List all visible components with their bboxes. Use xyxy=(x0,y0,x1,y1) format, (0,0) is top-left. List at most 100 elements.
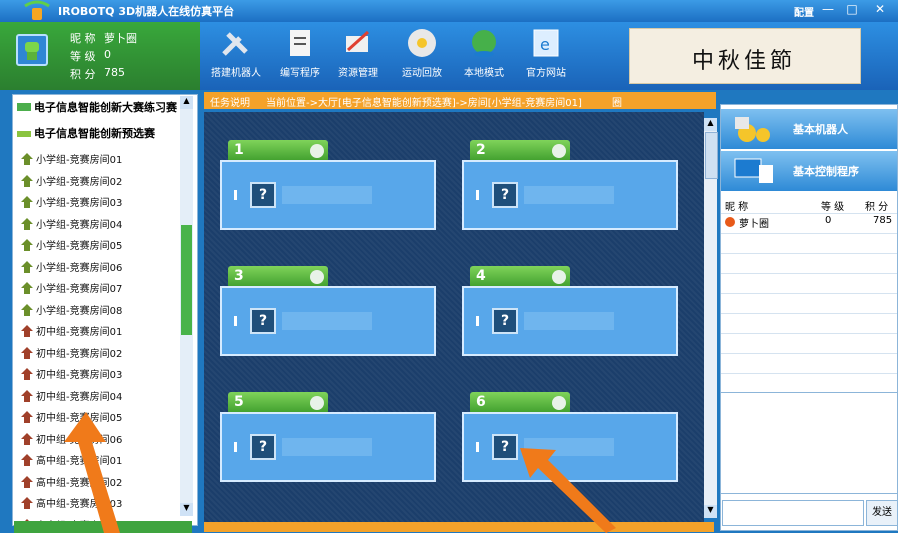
users-icon xyxy=(552,270,566,284)
room-list-item[interactable]: 小学组-竞赛房间04 xyxy=(21,216,122,236)
row-divider xyxy=(721,373,897,374)
points-value: 785 xyxy=(104,66,125,79)
room-number: 6 xyxy=(476,394,486,410)
room-list-item[interactable]: 初中组-竞赛房间03 xyxy=(21,366,122,386)
player-status-icon xyxy=(725,217,735,227)
room-list-item[interactable]: 初中组-竞赛房间02 xyxy=(21,345,122,365)
row-divider xyxy=(721,353,897,354)
basic-robot-header[interactable]: 基本机器人 xyxy=(721,109,897,149)
house-icon xyxy=(21,432,33,445)
col-nickname: 昵 称 xyxy=(725,202,749,213)
tree-section-item[interactable]: 电子信息智能创新预选赛 xyxy=(17,125,155,141)
motion-replay-button[interactable]: 运动回放 xyxy=(392,26,452,84)
breadcrumb-suffix: 圈 xyxy=(612,98,622,109)
player-slot xyxy=(282,438,372,456)
tree-root-item[interactable]: 电子信息智能创新大赛练习赛 xyxy=(17,99,177,115)
question-mark-icon[interactable]: ? xyxy=(492,182,518,208)
room-card-body[interactable]: ? xyxy=(462,286,678,356)
room-label: 初中组-竞赛房间01 xyxy=(36,327,123,338)
resources-icon xyxy=(346,30,370,52)
room-list-item[interactable]: 小学组-竞赛房间05 xyxy=(21,237,122,257)
svg-text:e: e xyxy=(540,35,550,54)
grid-scrollbar-thumb[interactable] xyxy=(705,132,718,179)
house-icon xyxy=(21,217,33,230)
local-mode-button[interactable]: 本地模式 xyxy=(454,26,514,84)
row-divider xyxy=(721,233,897,234)
question-mark-icon[interactable]: ? xyxy=(250,308,276,334)
users-icon xyxy=(310,396,324,410)
question-mark-icon[interactable]: ? xyxy=(250,182,276,208)
maximize-button[interactable]: □ xyxy=(842,2,862,17)
send-button[interactable]: 发送 xyxy=(866,500,898,526)
write-program-label: 编写程序 xyxy=(280,68,320,79)
seat-marker xyxy=(476,190,479,200)
row-divider xyxy=(721,293,897,294)
room-list-item[interactable]: 小学组-竞赛房间02 xyxy=(21,173,122,193)
official-website-button[interactable]: e 官方网站 xyxy=(516,26,576,84)
question-mark-icon[interactable]: ? xyxy=(492,308,518,334)
room-card[interactable]: 4? xyxy=(462,266,678,356)
minimize-button[interactable]: — xyxy=(818,2,838,17)
film-reel-icon xyxy=(408,29,436,57)
room-card-body[interactable]: ? xyxy=(220,160,436,230)
room-label: 小学组-竞赛房间02 xyxy=(36,176,123,188)
player-slot xyxy=(524,312,614,330)
grid-scroll-down-icon[interactable]: ▼ xyxy=(704,505,717,518)
player-slot xyxy=(282,186,372,204)
room-card[interactable]: 1? xyxy=(220,140,436,230)
house-icon xyxy=(21,346,33,359)
resource-manager-button[interactable]: 资源管理 xyxy=(328,26,388,84)
col-points: 积 分 xyxy=(865,202,889,213)
users-icon xyxy=(310,270,324,284)
row-divider xyxy=(721,273,897,274)
question-mark-icon[interactable]: ? xyxy=(492,434,518,460)
left-scrollbar-thumb[interactable] xyxy=(181,225,192,335)
question-mark-icon[interactable]: ? xyxy=(250,434,276,460)
room-card[interactable]: 5? xyxy=(220,392,436,482)
write-program-button[interactable]: 编写程序 xyxy=(270,26,330,84)
robot-avatar-icon xyxy=(25,42,39,60)
room-list-item[interactable]: 小学组-竞赛房间03 xyxy=(21,194,122,214)
config-menu[interactable]: 配置 xyxy=(794,4,814,19)
basic-program-label: 基本控制程序 xyxy=(793,165,859,178)
room-list-item[interactable]: 小学组-竞赛房间01 xyxy=(21,151,122,171)
room-number: 2 xyxy=(476,142,486,158)
table-row[interactable]: 萝卜圈 0 785 xyxy=(725,215,895,230)
room-card-body[interactable]: ? xyxy=(462,160,678,230)
room-list-item[interactable]: 初中组-竞赛房间04 xyxy=(21,388,122,408)
room-card[interactable]: 3? xyxy=(220,266,436,356)
app-logo-icon xyxy=(24,0,50,20)
avatar[interactable] xyxy=(16,34,48,66)
room-card[interactable]: 2? xyxy=(462,140,678,230)
chat-log[interactable] xyxy=(720,392,898,494)
room-card-body[interactable]: ? xyxy=(220,286,436,356)
seat-marker xyxy=(234,442,237,452)
row-divider xyxy=(721,253,897,254)
room-card-body[interactable]: ? xyxy=(220,412,436,482)
room-number-tab: 6 xyxy=(470,392,570,414)
resource-manager-label: 资源管理 xyxy=(338,68,378,79)
level-label: 等 级 xyxy=(70,50,96,63)
scroll-down-icon[interactable]: ▼ xyxy=(180,503,193,516)
house-icon xyxy=(21,454,33,466)
room-list-item[interactable]: 小学组-竞赛房间06 xyxy=(21,259,122,279)
close-button[interactable]: ✕ xyxy=(870,2,890,17)
scroll-up-icon[interactable]: ▲ xyxy=(180,96,193,109)
house-icon xyxy=(21,411,33,423)
room-list-item[interactable]: 小学组-竞赛房间08 xyxy=(21,302,122,322)
folder-icon xyxy=(17,103,31,111)
room-label: 初中组-竞赛房间02 xyxy=(36,348,123,360)
task-description-tab[interactable]: 任务说明 xyxy=(210,94,250,109)
grid-scroll-up-icon[interactable]: ▲ xyxy=(704,118,717,131)
globe-icon xyxy=(472,30,496,57)
room-list-item[interactable]: 初中组-竞赛房间01 xyxy=(21,323,122,343)
room-list-item[interactable]: 小学组-竞赛房间07 xyxy=(21,280,122,300)
build-robot-button[interactable]: 搭建机器人 xyxy=(206,26,266,84)
chat-input[interactable] xyxy=(722,500,864,526)
basic-program-header[interactable]: 基本控制程序 xyxy=(721,151,897,191)
room-label: 小学组-竞赛房间07 xyxy=(36,284,123,295)
grid-bottom-bar xyxy=(204,522,714,532)
room-number: 1 xyxy=(234,142,244,158)
motion-replay-label: 运动回放 xyxy=(402,68,442,79)
room-number-tab: 1 xyxy=(228,140,328,162)
